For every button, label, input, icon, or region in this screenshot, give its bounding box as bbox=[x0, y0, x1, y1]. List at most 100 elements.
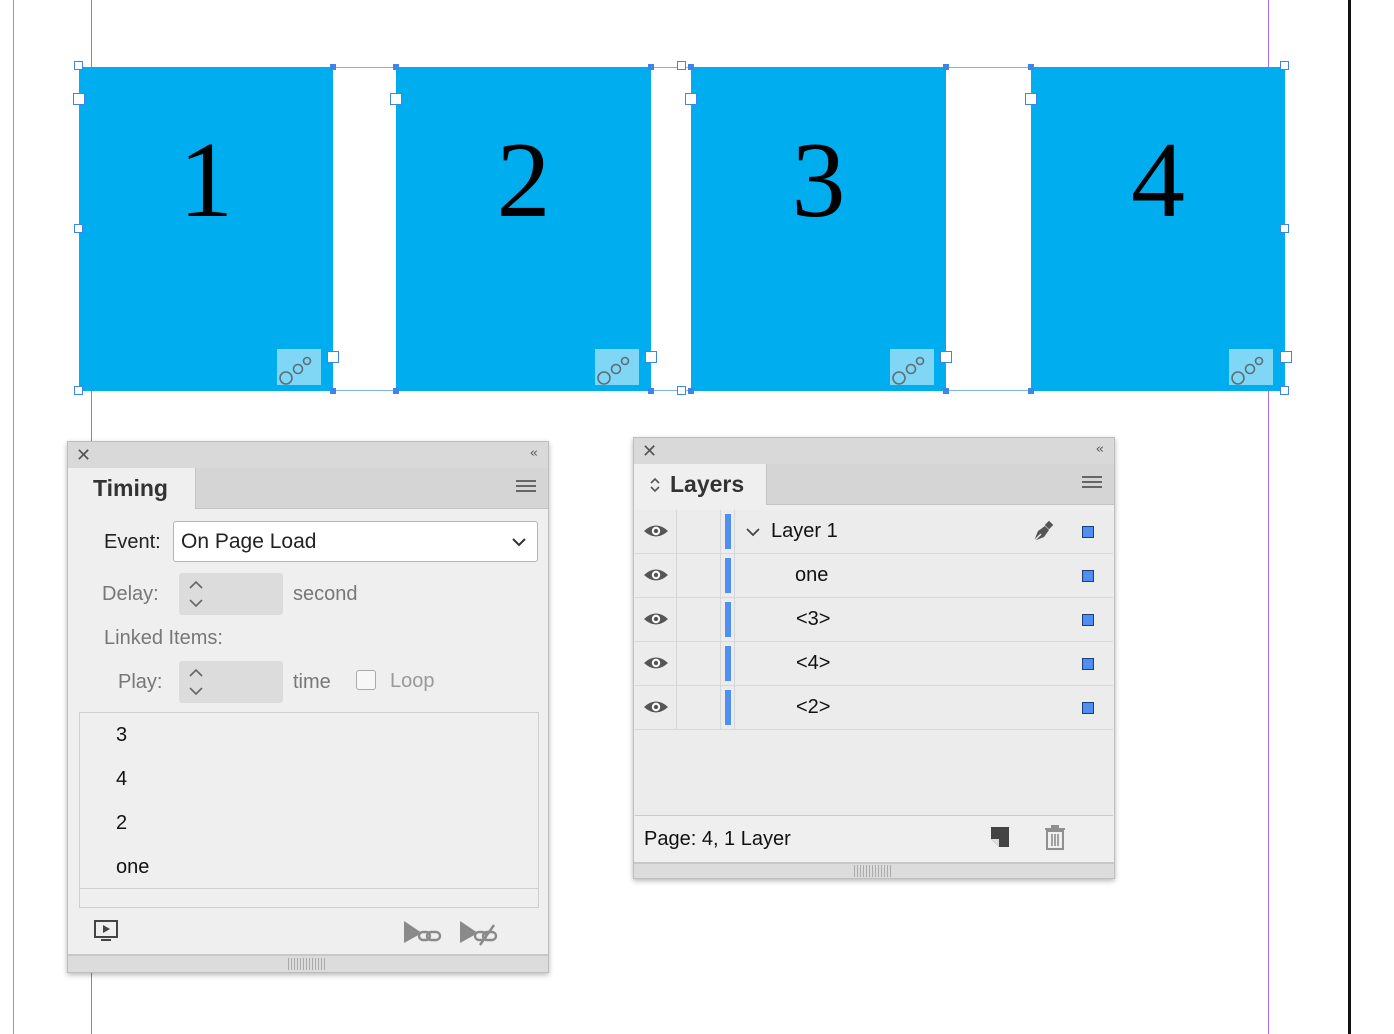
eye-icon[interactable] bbox=[643, 522, 669, 540]
layer-row[interactable]: Layer 1 bbox=[635, 510, 1113, 554]
layers-list: Layer 1 one <3> <4> <2> bbox=[635, 510, 1113, 816]
event-value: On Page Load bbox=[181, 530, 317, 553]
selection-handle[interactable] bbox=[1280, 224, 1289, 233]
new-layer-icon[interactable] bbox=[988, 825, 1012, 849]
tab-layers[interactable]: Layers bbox=[634, 464, 767, 505]
list-item[interactable]: 2 bbox=[116, 812, 127, 835]
selection-corner bbox=[648, 388, 654, 394]
list-item[interactable]: 4 bbox=[116, 768, 127, 791]
collapse-icon[interactable]: ‹‹ bbox=[1096, 442, 1105, 457]
loop-checkbox[interactable] bbox=[356, 670, 376, 690]
layer-color-bar bbox=[725, 558, 731, 593]
chevron-down-icon[interactable] bbox=[745, 526, 761, 538]
selection-bounds-gap-3 bbox=[946, 67, 1031, 391]
animation-proxy-icon[interactable] bbox=[890, 349, 934, 385]
delay-unit: second bbox=[293, 583, 358, 605]
resize-grip[interactable] bbox=[288, 958, 326, 970]
close-icon[interactable]: ✕ bbox=[642, 441, 657, 461]
play-stepper[interactable] bbox=[179, 661, 283, 703]
selection-corner bbox=[1028, 64, 1034, 70]
animation-proxy-icon[interactable] bbox=[595, 349, 639, 385]
selection-handle[interactable] bbox=[74, 224, 83, 233]
panel-title-bar[interactable]: ✕ ‹‹ bbox=[68, 442, 548, 468]
selection-handle[interactable] bbox=[390, 93, 402, 105]
selection-handle[interactable] bbox=[327, 351, 339, 363]
layer-row[interactable]: one bbox=[635, 554, 1113, 598]
column-divider bbox=[720, 554, 721, 597]
layer-row[interactable]: <2> bbox=[635, 686, 1113, 730]
frame-box-3[interactable]: 3 bbox=[691, 67, 946, 391]
layer-name: Layer 1 bbox=[771, 520, 838, 542]
eye-icon[interactable] bbox=[643, 654, 669, 672]
selection-handle[interactable] bbox=[73, 93, 85, 105]
preview-icon[interactable] bbox=[93, 919, 121, 945]
layer-row[interactable]: <3> bbox=[635, 598, 1113, 642]
frame-number: 4 bbox=[1131, 121, 1185, 240]
column-divider bbox=[676, 686, 677, 729]
trash-icon[interactable] bbox=[1043, 823, 1067, 851]
selection-handle[interactable] bbox=[1280, 386, 1289, 395]
panel-title-bar[interactable]: ✕ ‹‹ bbox=[634, 438, 1114, 464]
selection-handle[interactable] bbox=[1280, 351, 1292, 363]
play-unit: time bbox=[293, 671, 331, 693]
selection-handle[interactable] bbox=[677, 386, 686, 395]
list-item[interactable]: one bbox=[116, 856, 149, 879]
selection-indicator[interactable] bbox=[1082, 570, 1094, 582]
selection-corner bbox=[393, 388, 399, 394]
selection-handle[interactable] bbox=[74, 386, 83, 395]
tab-timing[interactable]: Timing bbox=[68, 468, 196, 509]
pen-icon bbox=[1033, 520, 1054, 542]
delay-stepper[interactable] bbox=[179, 573, 283, 615]
selection-handle[interactable] bbox=[645, 351, 657, 363]
layers-status-text: Page: 4, 1 Layer bbox=[644, 828, 791, 850]
selection-handle[interactable] bbox=[1280, 61, 1289, 70]
layer-color-bar bbox=[725, 690, 731, 725]
selection-handle[interactable] bbox=[685, 93, 697, 105]
resize-grip[interactable] bbox=[854, 865, 892, 877]
collapse-icon[interactable]: ‹‹ bbox=[530, 446, 539, 461]
selection-indicator[interactable] bbox=[1082, 658, 1094, 670]
list-item[interactable]: 3 bbox=[116, 724, 127, 747]
selection-handle[interactable] bbox=[940, 351, 952, 363]
eye-icon[interactable] bbox=[643, 698, 669, 716]
selection-indicator[interactable] bbox=[1082, 702, 1094, 714]
selection-corner bbox=[330, 64, 336, 70]
frame-box-1[interactable]: 1 bbox=[79, 67, 333, 391]
column-divider bbox=[676, 510, 677, 553]
selection-corner bbox=[943, 64, 949, 70]
play-label: Play: bbox=[118, 671, 163, 693]
frame-number: 2 bbox=[496, 121, 551, 240]
layer-row[interactable]: <4> bbox=[635, 642, 1113, 686]
list-divider bbox=[80, 888, 538, 889]
selection-indicator[interactable] bbox=[1082, 614, 1094, 626]
layers-panel: ✕ ‹‹ Layers Layer 1 one <3> <4> <2> Page… bbox=[633, 437, 1115, 879]
link-items-icon[interactable] bbox=[402, 919, 444, 947]
animation-proxy-icon[interactable] bbox=[277, 349, 321, 385]
eye-icon[interactable] bbox=[643, 566, 669, 584]
selection-indicator[interactable] bbox=[1082, 526, 1094, 538]
eye-icon[interactable] bbox=[643, 610, 669, 628]
selection-bounds-gap-1 bbox=[333, 67, 396, 391]
selection-corner bbox=[943, 388, 949, 394]
column-divider bbox=[720, 686, 721, 729]
frame-box-4[interactable]: 4 bbox=[1031, 67, 1285, 391]
frame-box-2[interactable]: 2 bbox=[396, 67, 651, 391]
column-divider bbox=[720, 510, 721, 553]
column-divider bbox=[734, 510, 735, 553]
column-divider bbox=[676, 642, 677, 685]
unlink-items-icon[interactable] bbox=[458, 919, 500, 947]
panel-menu-icon[interactable] bbox=[516, 480, 536, 495]
event-dropdown[interactable]: On Page Load bbox=[173, 521, 538, 562]
tab-label: Layers bbox=[670, 471, 745, 497]
selection-handle[interactable] bbox=[74, 61, 83, 70]
animation-proxy-icon[interactable] bbox=[1229, 349, 1273, 385]
close-icon[interactable]: ✕ bbox=[76, 445, 91, 465]
selection-handle[interactable] bbox=[677, 61, 686, 70]
column-divider bbox=[676, 598, 677, 641]
sort-arrows-icon bbox=[650, 477, 660, 493]
chevron-down-icon bbox=[512, 538, 526, 547]
selection-handle[interactable] bbox=[1025, 93, 1037, 105]
timing-panel: ✕ ‹‹ Timing Event: On Page Load Delay: s… bbox=[67, 441, 549, 973]
panel-menu-icon[interactable] bbox=[1082, 476, 1102, 491]
linked-items-list[interactable]: 3 4 2 one bbox=[79, 712, 539, 908]
